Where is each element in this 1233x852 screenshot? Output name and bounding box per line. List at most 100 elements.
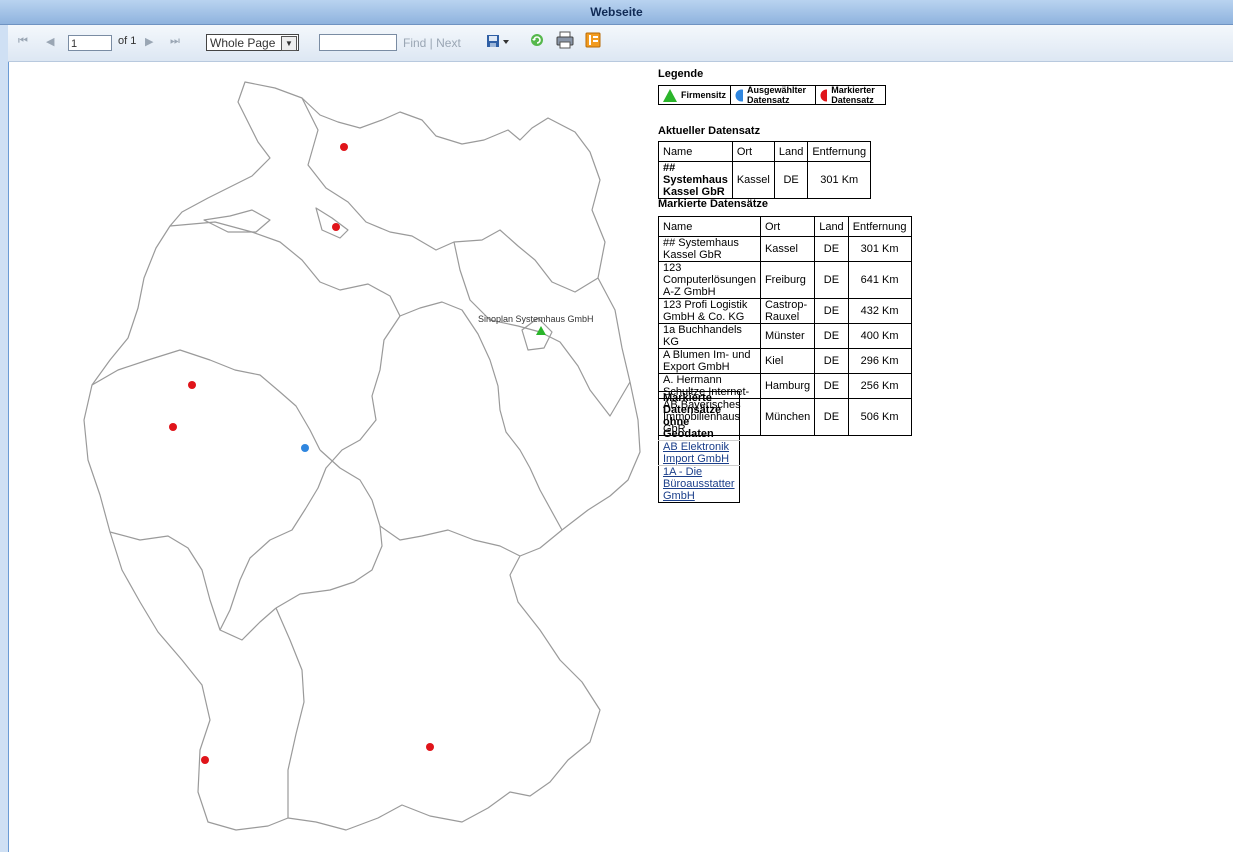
cell-entfernung: 256 Km	[847, 373, 912, 399]
last-page-button[interactable]: ⏭	[170, 35, 180, 48]
cell-entfernung: 641 Km	[847, 261, 912, 299]
table-row: ## Systemhaus Kassel GbR Kassel DE 301 K…	[658, 236, 912, 262]
state-border	[315, 207, 349, 239]
no-geodata-title: Markierte Datensätze ohne Geodaten	[658, 391, 740, 441]
no-geodata-row: AB Elektronik Import GmbH	[658, 440, 740, 466]
page-count-label: of 1	[118, 35, 137, 47]
marker-kiel	[340, 143, 348, 151]
cell-land: DE	[814, 298, 849, 324]
cell-land: DE	[814, 398, 849, 436]
marker-kassel-selected	[301, 444, 309, 452]
header-entfernung: Entfernung	[847, 216, 912, 237]
left-frame-edge	[0, 25, 9, 852]
export-icon[interactable]	[486, 32, 510, 50]
table-header-row: Name Ort Land Entfernung	[658, 141, 872, 162]
legend-label: Firmensitz	[681, 90, 727, 100]
print-icon[interactable]	[556, 31, 574, 49]
legend-item: Ausgewählter Datensatz	[731, 85, 817, 105]
marker-muenchen	[426, 743, 434, 751]
cell-entfernung: 432 Km	[847, 298, 912, 324]
cell-name: A Blumen Im- und Export GmbH	[658, 348, 761, 374]
state-border	[169, 221, 401, 317]
cell-name: 1a Buchhandels KG	[658, 323, 761, 349]
window-title: Webseite	[0, 0, 1233, 25]
report-toolbar: ⏮ ◀ 1 of 1 ▶ ⏭ Whole Page ▼ Find | Next	[8, 25, 1233, 62]
germany-outline	[83, 81, 641, 831]
header-ort: Ort	[731, 141, 775, 162]
marked-records-title: Markierte Datensätze	[658, 198, 769, 210]
legend-item: Firmensitz	[659, 86, 732, 104]
refresh-icon[interactable]	[529, 32, 545, 48]
marker-hamburg	[332, 223, 340, 231]
cell-entfernung: 400 Km	[847, 323, 912, 349]
germany-map: Sinoplan Systemhaus GmbH	[83, 81, 641, 831]
state-border	[275, 525, 383, 609]
cell-ort: Hamburg	[759, 373, 816, 399]
circle-icon	[735, 89, 744, 101]
cell-ort: Castrop-Rauxel	[759, 298, 816, 324]
header-entfernung: Entfernung	[807, 141, 872, 162]
first-page-button[interactable]: ⏮	[18, 35, 28, 48]
legend-item: Markierter Datensatz	[816, 85, 885, 105]
cell-entfernung: 301 Km	[807, 161, 872, 199]
zoom-value: Whole Page	[210, 36, 276, 50]
marker-hq-triangle	[536, 326, 546, 335]
legend-title: Legende	[658, 68, 704, 80]
table-row: 1a Buchhandels KG Münster DE 400 Km	[658, 323, 912, 349]
state-border	[91, 349, 321, 451]
cell-name: ## Systemhaus Kassel GbR	[658, 236, 761, 262]
map-markers: Sinoplan Systemhaus GmbH	[169, 143, 594, 764]
marker-muenster	[188, 381, 196, 389]
state-border	[275, 607, 305, 818]
state-border	[305, 315, 401, 509]
state-border	[109, 531, 277, 641]
find-input[interactable]	[319, 34, 397, 51]
state-border	[399, 301, 563, 531]
state-border	[301, 97, 599, 293]
record-link[interactable]: AB Elektronik Import GmbH	[663, 441, 729, 465]
table-row: 123 Computerlösungen A-Z GmbH Freiburg D…	[658, 261, 912, 299]
cell-name: 123 Profi Logistik GmbH & Co. KG	[658, 298, 761, 324]
page-number-input[interactable]: 1	[68, 35, 112, 51]
cell-name: ## Systemhaus Kassel GbR	[658, 161, 733, 199]
table-header-row: Name Ort Land Entfernung	[658, 216, 912, 237]
header-land: Land	[814, 216, 849, 237]
next-page-button[interactable]: ▶	[145, 35, 153, 48]
legend-label: Ausgewählter Datensatz	[747, 85, 807, 105]
cell-land: DE	[814, 323, 849, 349]
table-row: ## Systemhaus Kassel GbR Kassel DE 301 K…	[658, 161, 872, 199]
document-map-icon[interactable]	[585, 31, 601, 49]
cell-ort: Kassel	[759, 236, 816, 262]
header-land: Land	[773, 141, 809, 162]
cell-name: 123 Computerlösungen A-Z GmbH	[658, 261, 761, 299]
circle-icon	[820, 89, 828, 101]
cell-entfernung: 301 Km	[847, 236, 912, 262]
cell-ort: Münster	[759, 323, 816, 349]
triangle-icon	[663, 88, 677, 102]
record-link[interactable]: 1A - Die Büroausstatter GmbH	[663, 466, 735, 502]
report-side-panel: Legende Firmensitz Ausgewählter Datensat…	[658, 68, 912, 503]
zoom-select[interactable]: Whole Page ▼	[206, 34, 299, 51]
header-name: Name	[658, 141, 733, 162]
hq-label: Sinoplan Systemhaus GmbH	[478, 314, 594, 324]
current-record-title: Aktueller Datensatz	[658, 125, 761, 137]
state-border	[319, 449, 521, 557]
cell-ort: Freiburg	[759, 261, 816, 299]
marker-castrop-rauxel	[169, 423, 177, 431]
previous-page-button[interactable]: ◀	[46, 35, 54, 48]
header-ort: Ort	[759, 216, 816, 237]
no-geodata-table: Markierte Datensätze ohne Geodaten AB El…	[658, 391, 740, 503]
cell-ort: Kassel	[731, 161, 775, 199]
chevron-down-icon[interactable]: ▼	[281, 36, 297, 51]
state-border	[203, 209, 271, 233]
table-row: A Blumen Im- und Export GmbH Kiel DE 296…	[658, 348, 912, 374]
table-row: 123 Profi Logistik GmbH & Co. KG Castrop…	[658, 298, 912, 324]
cell-land: DE	[773, 161, 809, 199]
cell-entfernung: 506 Km	[847, 398, 912, 436]
state-border	[219, 507, 307, 631]
cell-entfernung: 296 Km	[847, 348, 912, 374]
find-next-links[interactable]: Find | Next	[403, 36, 461, 50]
cell-land: DE	[814, 236, 849, 262]
legend: Firmensitz Ausgewählter Datensatz Markie…	[658, 85, 886, 105]
legend-label: Markierter Datensatz	[831, 85, 875, 105]
